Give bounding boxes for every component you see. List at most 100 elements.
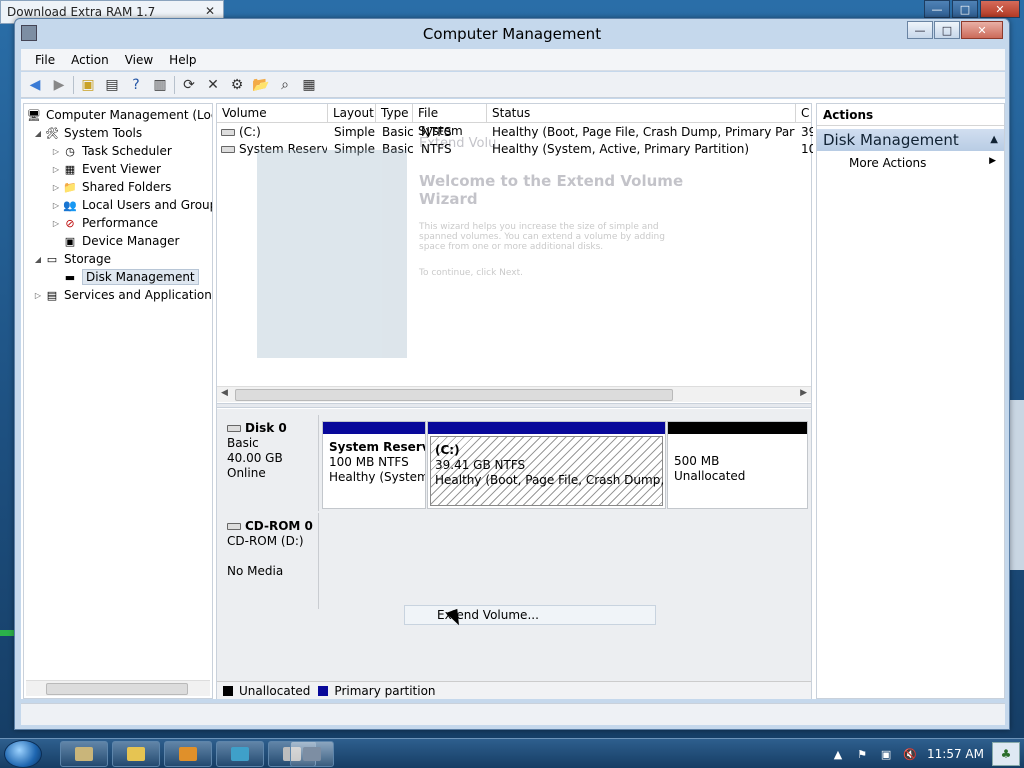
tree-item-system-tools[interactable]: ◢ 🛠 System Tools <box>32 124 142 142</box>
legend: Unallocated Primary partition <box>217 681 811 699</box>
pane-splitter[interactable] <box>217 403 811 408</box>
tree-item-device-manager[interactable]: ▣ Device Manager <box>62 232 180 250</box>
actions-header: Actions <box>817 104 1004 126</box>
computer-management-icon <box>303 747 321 761</box>
refresh-icon[interactable]: ⟳ <box>179 75 199 95</box>
open-icon[interactable]: 📂 <box>251 75 271 95</box>
legend-item: Primary partition <box>318 683 436 698</box>
forward-arrow-icon[interactable]: ▶ <box>49 75 69 95</box>
show-hidden-icons-icon[interactable]: ▲ <box>831 747 845 761</box>
collapsed-arrow-icon[interactable]: ▷ <box>50 201 62 210</box>
column-status[interactable]: Status <box>487 104 796 123</box>
maximize-button[interactable]: □ <box>952 0 978 18</box>
partition-unallocated[interactable]: 500 MB Unallocated <box>667 421 808 509</box>
column-capacity[interactable]: C <box>796 104 813 123</box>
expanded-arrow-icon[interactable]: ◢ <box>32 255 44 264</box>
network-icon <box>231 747 249 761</box>
collapse-triangle-icon[interactable]: ▲ <box>990 134 998 145</box>
cdrom-0-label[interactable]: CD-ROM 0 CD-ROM (D:) No Media <box>219 513 319 609</box>
background-window-title: Download Extra RAM 1.7 <box>7 5 156 19</box>
tree-item-services-and-applications[interactable]: ▷ ▤ Services and Applications <box>32 286 212 304</box>
partition-size: 100 MB NTFS <box>329 455 409 469</box>
disk-properties-icon[interactable]: ▦ <box>299 75 319 95</box>
tree-item-computer-management[interactable]: 🖥 Computer Management (Local <box>26 106 212 124</box>
capacity-cell: 39 <box>801 125 813 139</box>
up-folder-icon[interactable]: ▣ <box>78 75 98 95</box>
taskbar-button-folder[interactable] <box>112 741 160 767</box>
volume-cell: (C:) <box>221 124 327 141</box>
menu-help[interactable]: Help <box>161 53 204 67</box>
start-button[interactable] <box>4 740 42 768</box>
close-button[interactable]: ✕ <box>961 21 1003 39</box>
column-layout[interactable]: Layout <box>328 104 376 123</box>
tree-item-shared-folders[interactable]: ▷ 📁 Shared Folders <box>50 178 171 196</box>
disk-name: Disk 0 <box>227 421 318 436</box>
tree-item-storage[interactable]: ◢ ▭ Storage <box>32 250 111 268</box>
taskbar-button-media-player[interactable] <box>164 741 212 767</box>
context-menu-extend-volume[interactable]: Extend Volume... <box>404 605 656 625</box>
tree-item-event-viewer[interactable]: ▷ ▦ Event Viewer <box>50 160 161 178</box>
legend-swatch <box>223 685 233 696</box>
minimize-button[interactable]: — <box>924 0 950 18</box>
tray-app-icon[interactable]: ♣ <box>992 742 1020 766</box>
delete-icon[interactable]: ✕ <box>203 75 223 95</box>
disk-type: Basic <box>227 436 259 450</box>
network-tray-icon[interactable]: ▣ <box>879 747 893 761</box>
legend-label: Primary partition <box>334 683 436 698</box>
disk-0-label[interactable]: Disk 0 Basic 40.00 GB Online <box>219 415 319 511</box>
scroll-right-icon[interactable]: ▶ <box>800 388 807 398</box>
help-icon[interactable]: ? <box>126 75 146 95</box>
services-icon: ▤ <box>46 288 58 302</box>
title-bar[interactable]: Computer Management — □ ✕ <box>15 19 1009 49</box>
collapsed-arrow-icon[interactable]: ▷ <box>32 291 44 300</box>
partition-bar <box>323 422 425 434</box>
action-center-flag-icon[interactable]: ⚑ <box>855 747 869 761</box>
search-icon[interactable]: ⌕ <box>275 75 295 95</box>
column-file-system[interactable]: File System <box>413 104 487 138</box>
column-type[interactable]: Type <box>376 104 413 123</box>
disk-size: 40.00 GB <box>227 451 283 465</box>
taskbar-button-computer-management[interactable] <box>290 741 334 767</box>
actions-group-disk-management[interactable]: Disk Management ▲ <box>817 129 1004 151</box>
list-horizontal-scrollbar[interactable]: ◀ ▶ <box>217 386 811 402</box>
scrollbar-thumb[interactable] <box>235 389 673 401</box>
scrollbar-thumb[interactable] <box>46 683 188 695</box>
tree-item-local-users-and-groups[interactable]: ▷ 👥 Local Users and Groups <box>50 196 212 214</box>
collapsed-arrow-icon[interactable]: ▷ <box>50 219 62 228</box>
maximize-button[interactable]: □ <box>934 21 960 39</box>
show-hide-tree-icon[interactable]: ▤ <box>102 75 122 95</box>
scroll-left-icon[interactable]: ◀ <box>221 388 228 398</box>
menu-view[interactable]: View <box>117 53 161 67</box>
volume-muted-icon[interactable]: 🔇 <box>903 747 917 761</box>
disk-state: Online <box>227 466 266 480</box>
expanded-arrow-icon[interactable]: ◢ <box>32 129 44 138</box>
menu-action[interactable]: Action <box>63 53 117 67</box>
show-hide-action-pane-icon[interactable]: ▥ <box>150 75 170 95</box>
partition-status: Healthy (Boot, Page File, Crash Dump, Pr… <box>435 473 666 487</box>
tree-item-task-scheduler[interactable]: ▷ ◷ Task Scheduler <box>50 142 172 160</box>
taskbar-button-explorer-tools[interactable] <box>60 741 108 767</box>
clock[interactable]: 11:57 AM <box>927 747 984 761</box>
tree-horizontal-scrollbar[interactable] <box>26 680 210 696</box>
back-arrow-icon[interactable]: ◀ <box>25 75 45 95</box>
close-button[interactable]: ✕ <box>980 0 1020 18</box>
disk-name: CD-ROM 0 <box>227 519 318 534</box>
minimize-button[interactable]: — <box>907 21 933 39</box>
collapsed-arrow-icon[interactable]: ▷ <box>50 147 62 156</box>
collapsed-arrow-icon[interactable]: ▷ <box>50 183 62 192</box>
partition-system-reserved[interactable]: System Reserve 100 MB NTFS Healthy (Syst… <box>322 421 426 509</box>
properties-icon[interactable]: ⚙ <box>227 75 247 95</box>
wizard-titlebar: Extend Volu <box>419 136 497 151</box>
tree-item-performance[interactable]: ▷ ⊘ Performance <box>50 214 158 232</box>
collapsed-arrow-icon[interactable]: ▷ <box>50 165 62 174</box>
tree-item-label: Shared Folders <box>82 180 172 194</box>
more-actions-label: More Actions <box>849 156 927 170</box>
tree-item-disk-management[interactable]: ▬ Disk Management <box>62 268 199 286</box>
more-actions-item[interactable]: More Actions ▶ <box>817 151 1004 173</box>
partition-size: 39.41 GB NTFS <box>435 458 526 472</box>
menu-file[interactable]: File <box>27 53 63 67</box>
close-icon[interactable]: ✕ <box>205 4 215 18</box>
taskbar-button-network[interactable] <box>216 741 264 767</box>
partition-c-drive[interactable]: (C:) 39.41 GB NTFS Healthy (Boot, Page F… <box>427 421 666 509</box>
column-volume[interactable]: Volume <box>217 104 328 123</box>
